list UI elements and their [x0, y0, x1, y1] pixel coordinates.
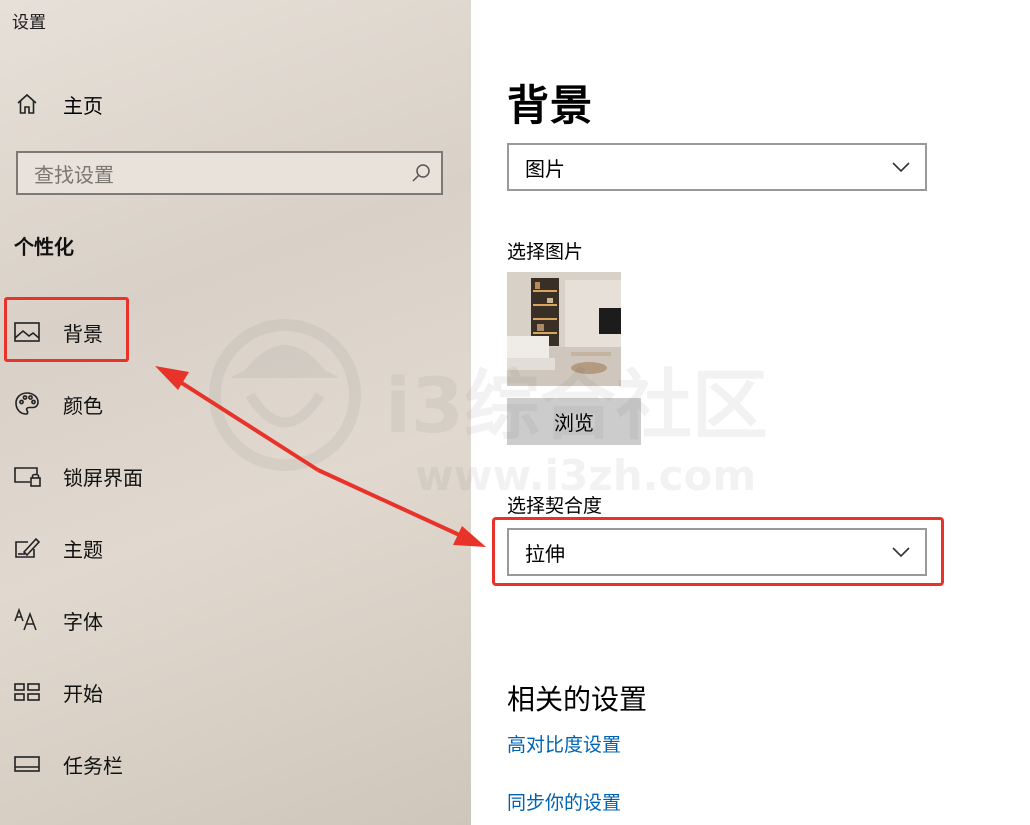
related-settings-title: 相关的设置	[507, 683, 648, 716]
sidebar: 设置 主页 查找设置 个性化 背景 颜色 锁屏界面 主题 字体 开始 任务栏	[0, 0, 471, 825]
sidebar-item-fonts[interactable]: 字体	[12, 600, 103, 640]
main-content: 背景 图片 选择图片 浏览 选择契合度 拉伸 相关的设置 高对比度设置 同步你的…	[471, 0, 1030, 825]
page-title: 背景	[507, 81, 594, 130]
section-title: 个性化	[14, 235, 74, 259]
browse-button[interactable]: 浏览	[507, 398, 641, 445]
search-input[interactable]: 查找设置	[16, 151, 443, 195]
sidebar-item-label: 任务栏	[63, 753, 123, 778]
sync-settings-link[interactable]: 同步你的设置	[507, 788, 621, 815]
choose-picture-label: 选择图片	[507, 241, 584, 263]
picture-thumbnail[interactable]	[507, 272, 621, 386]
sidebar-item-colors[interactable]: 颜色	[12, 384, 103, 424]
sidebar-item-label: 主题	[63, 537, 103, 562]
sidebar-item-lock-screen[interactable]: 锁屏界面	[12, 456, 143, 496]
room-picture	[507, 272, 621, 386]
font-icon	[12, 605, 42, 635]
sidebar-item-start[interactable]: 开始	[12, 672, 103, 712]
sidebar-item-label: 开始	[63, 681, 103, 706]
app-title: 设置	[12, 13, 46, 33]
sidebar-item-taskbar[interactable]: 任务栏	[12, 744, 123, 784]
nav-home-label: 主页	[63, 93, 103, 118]
palette-icon	[12, 389, 42, 419]
sidebar-item-label: 锁屏界面	[63, 465, 143, 490]
highlight-box-fit	[492, 517, 944, 586]
sidebar-item-label: 字体	[63, 609, 103, 634]
start-grid-icon	[12, 677, 42, 707]
dropdown-value: 图片	[525, 156, 565, 181]
highlight-box-sidebar	[4, 297, 129, 362]
search-placeholder: 查找设置	[34, 162, 114, 187]
fit-label: 选择契合度	[507, 495, 603, 517]
home-icon	[12, 89, 42, 119]
taskbar-icon	[12, 749, 42, 779]
theme-brush-icon	[12, 533, 42, 563]
search-icon[interactable]	[410, 162, 432, 184]
sidebar-item-label: 颜色	[63, 393, 103, 418]
nav-home[interactable]: 主页	[12, 86, 103, 122]
high-contrast-link[interactable]: 高对比度设置	[507, 730, 621, 757]
chevron-down-icon	[891, 157, 911, 177]
sidebar-item-themes[interactable]: 主题	[12, 528, 103, 568]
lock-screen-icon	[12, 461, 42, 491]
background-type-dropdown[interactable]: 图片	[507, 143, 927, 191]
